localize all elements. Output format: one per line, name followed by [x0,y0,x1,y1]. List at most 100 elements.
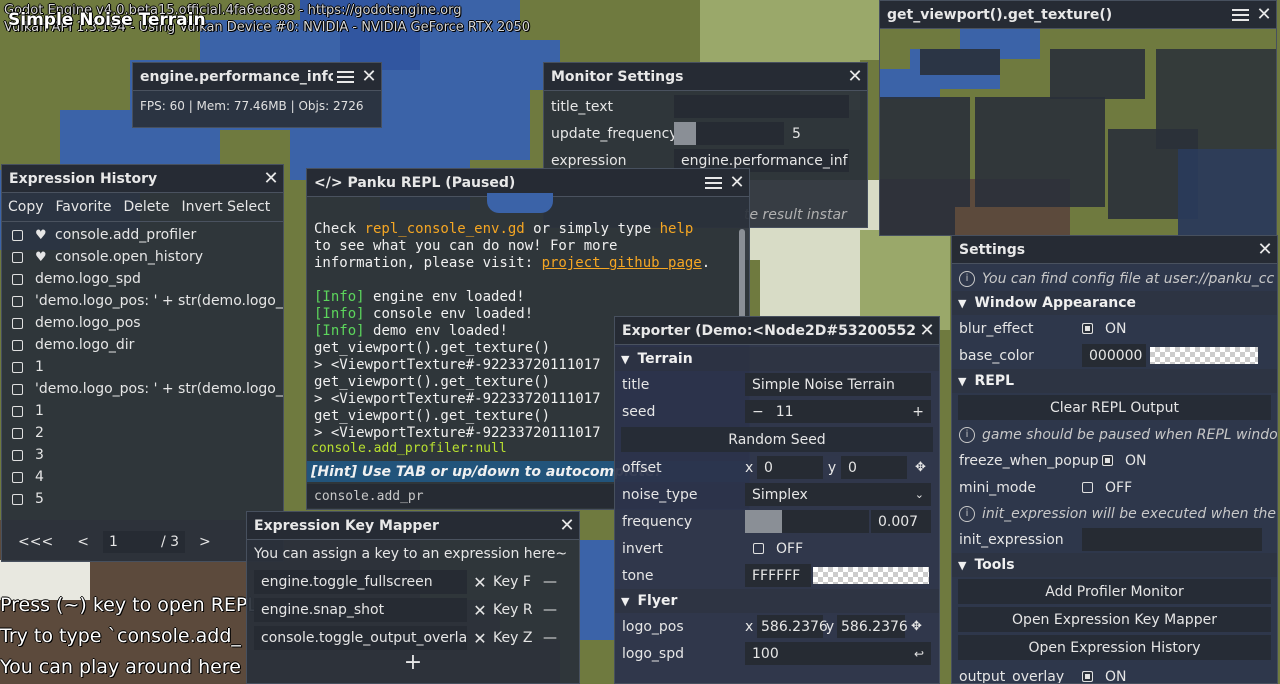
history-item[interactable]: 3 [2,444,283,466]
history-item-checkbox[interactable] [12,471,23,483]
env-file-link[interactable]: repl_console_env.gd [365,221,525,237]
menu-button[interactable] [701,171,725,195]
close-button[interactable]: ✕ [259,167,283,191]
close-button[interactable]: ✕ [1252,3,1276,27]
history-item-checkbox[interactable] [12,449,23,461]
tone-color-swatch[interactable] [813,567,929,584]
key-binding-button[interactable]: Key F [493,574,541,590]
clear-icon[interactable]: ✕ [467,629,493,648]
history-item-checkbox[interactable] [12,317,23,329]
noise-type-select[interactable]: Simplex ⌄ [745,483,931,506]
base-color-hex-input[interactable]: 000000 [1082,344,1146,367]
history-item-checkbox[interactable] [12,427,23,439]
history-item[interactable]: demo.logo_pos [2,312,283,334]
github-link[interactable]: project github page [542,255,702,271]
favorite-button[interactable]: Favorite [50,199,118,215]
close-button[interactable]: ✕ [843,65,867,89]
key-mapper-titlebar[interactable]: Expression Key Mapper ✕ [247,512,579,540]
key-mapper-window[interactable]: Expression Key Mapper ✕ You can assign a… [246,511,580,684]
expression-input[interactable]: engine.toggle_fullscreen [254,570,467,594]
history-item-checkbox[interactable] [12,383,23,395]
exporter-window[interactable]: Exporter (Demo:<Node2D#53200552365>) ✕ ▼… [614,316,940,684]
viewport-titlebar[interactable]: get_viewport().get_texture() ✕ [880,1,1276,29]
minus-icon[interactable]: − [752,404,764,420]
history-item[interactable]: 2 [2,422,283,444]
mini-mode-checkbox[interactable] [1082,482,1093,493]
first-page-button[interactable]: <<< [8,534,63,550]
key-binding-button[interactable]: Key R [493,602,541,618]
viewport-texture-window[interactable]: get_viewport().get_texture() ✕ [879,0,1277,236]
monitor-settings-titlebar[interactable]: Monitor Settings ✕ [544,63,867,91]
history-item[interactable]: 'demo.logo_pos: ' + str(demo.logo_p [2,290,283,312]
invert-select-button[interactable]: Invert Select [175,199,276,215]
history-item-checkbox[interactable] [12,339,23,351]
expression-input[interactable]: console.toggle_output_overlay [254,626,467,650]
expression-input[interactable]: engine.snap_shot [254,598,467,622]
output-overlay-checkbox[interactable] [1082,671,1093,682]
history-item[interactable]: 'demo.logo_pos: ' + str(demo.logo_p [2,378,283,400]
expression-history-window[interactable]: Expression History ✕ Copy Favorite Delet… [1,164,284,562]
exporter-titlebar[interactable]: Exporter (Demo:<Node2D#53200552365>) ✕ [615,317,939,345]
remove-mapping-button[interactable]: — [541,630,559,646]
repl-scrollbar[interactable] [739,229,745,329]
plus-icon[interactable]: + [912,404,924,420]
history-item[interactable]: 1 [2,400,283,422]
history-item[interactable]: ♥ console.open_history [2,246,283,268]
close-button[interactable]: ✕ [357,65,381,89]
history-item-checkbox[interactable] [12,229,23,241]
logo-pos-x-input[interactable]: 586.2376 [757,615,828,638]
expression-history-titlebar[interactable]: Expression History ✕ [2,165,283,193]
settings-titlebar[interactable]: Settings ✕ [952,236,1277,264]
history-item[interactable]: demo.logo_spd [2,268,283,290]
history-item-checkbox[interactable] [12,273,23,285]
menu-button[interactable] [1228,3,1252,27]
history-item[interactable]: 1 [2,356,283,378]
base-color-swatch[interactable] [1150,347,1258,364]
add-profiler-button[interactable]: Add Profiler Monitor [958,579,1271,604]
open-history-button[interactable]: Open Expression History [958,635,1271,660]
prev-page-button[interactable]: < [63,534,103,550]
offset-y-input[interactable]: 0 [841,456,907,479]
key-binding-button[interactable]: Key Z [493,630,541,646]
close-button[interactable]: ✕ [1253,238,1277,262]
frequency-slider[interactable] [745,510,869,533]
remove-mapping-button[interactable]: — [541,574,559,590]
next-page-button[interactable]: > [185,534,225,550]
history-item[interactable]: 4 [2,466,283,488]
move-icon[interactable]: ✥ [911,619,922,634]
close-button[interactable]: ✕ [725,171,749,195]
performance-titlebar[interactable]: engine.performance_info ✕ [133,63,381,91]
flyer-section[interactable]: ▼ Flyer [615,589,939,613]
seed-spinbox[interactable]: − 11 + [745,400,931,423]
init-expression-input[interactable] [1082,528,1262,551]
clear-repl-button[interactable]: Clear REPL Output [958,395,1271,420]
history-item-checkbox[interactable] [12,251,23,263]
tools-section[interactable]: ▼ Tools [952,553,1277,577]
clear-icon[interactable]: ✕ [467,601,493,620]
remove-mapping-button[interactable]: — [541,602,559,618]
logo-pos-y-input[interactable]: 586.2376 [837,615,908,638]
repl-section[interactable]: ▼ REPL [952,369,1277,393]
close-button[interactable]: ✕ [555,514,579,538]
random-seed-button[interactable]: Random Seed [621,427,933,452]
autocomplete-suggestion[interactable]: console.add_profiler:null [311,441,507,456]
reset-icon[interactable]: ↩ [914,647,924,661]
invert-checkbox[interactable] [753,543,764,554]
frequency-value[interactable]: 0.007 [871,510,931,533]
move-icon[interactable]: ✥ [915,460,926,475]
terrain-section[interactable]: ▼ Terrain [615,347,939,371]
history-item[interactable]: ♥ console.add_profiler [2,224,283,246]
performance-window[interactable]: engine.performance_info ✕ FPS: 60 | Mem:… [132,62,382,128]
clear-icon[interactable]: ✕ [467,573,493,592]
blur-effect-checkbox[interactable] [1082,323,1093,334]
settings-window[interactable]: Settings ✕ i You can find config file at… [951,235,1278,684]
tone-hex-input[interactable]: FFFFFF [745,564,811,587]
open-key-mapper-button[interactable]: Open Expression Key Mapper [958,607,1271,632]
freeze-checkbox[interactable] [1102,455,1113,466]
delete-button[interactable]: Delete [117,199,175,215]
copy-button[interactable]: Copy [2,199,50,215]
add-mapping-button[interactable]: + [247,652,579,674]
update-frequency-slider[interactable] [674,122,784,145]
logo-spd-input[interactable]: 100 ↩ [745,642,931,665]
offset-x-input[interactable]: 0 [757,456,823,479]
